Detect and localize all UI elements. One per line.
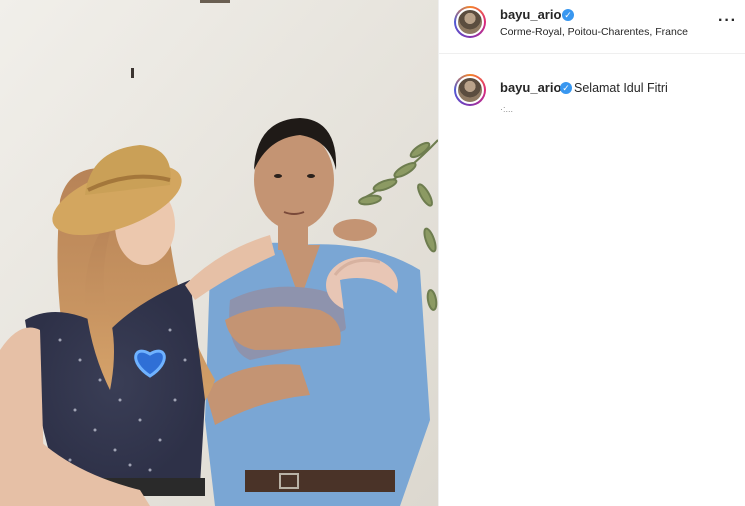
more-options-icon[interactable]: ··· [718,12,737,30]
user-avatar[interactable] [454,6,486,38]
header-username[interactable]: bayu_ario [500,7,561,22]
caption-username[interactable]: bayu_ario [500,80,561,95]
caption-avatar[interactable] [454,74,486,106]
verified-badge-icon: ✓ [562,9,574,21]
verified-badge-icon: ✓ [560,82,572,94]
family-photo-illustration [0,0,438,506]
post-header: bayu_ario ✓ Corme-Royal, Poitou-Charente… [439,0,745,54]
caption-truncated-text: ·:... [500,104,513,114]
post-side-panel: bayu_ario ✓ Corme-Royal, Poitou-Charente… [438,0,745,506]
location-link[interactable]: Corme-Royal, Poitou-Charentes, France [500,26,688,38]
caption-text: Selamat Idul Fitri [574,81,668,95]
post-photo[interactable] [0,0,438,506]
